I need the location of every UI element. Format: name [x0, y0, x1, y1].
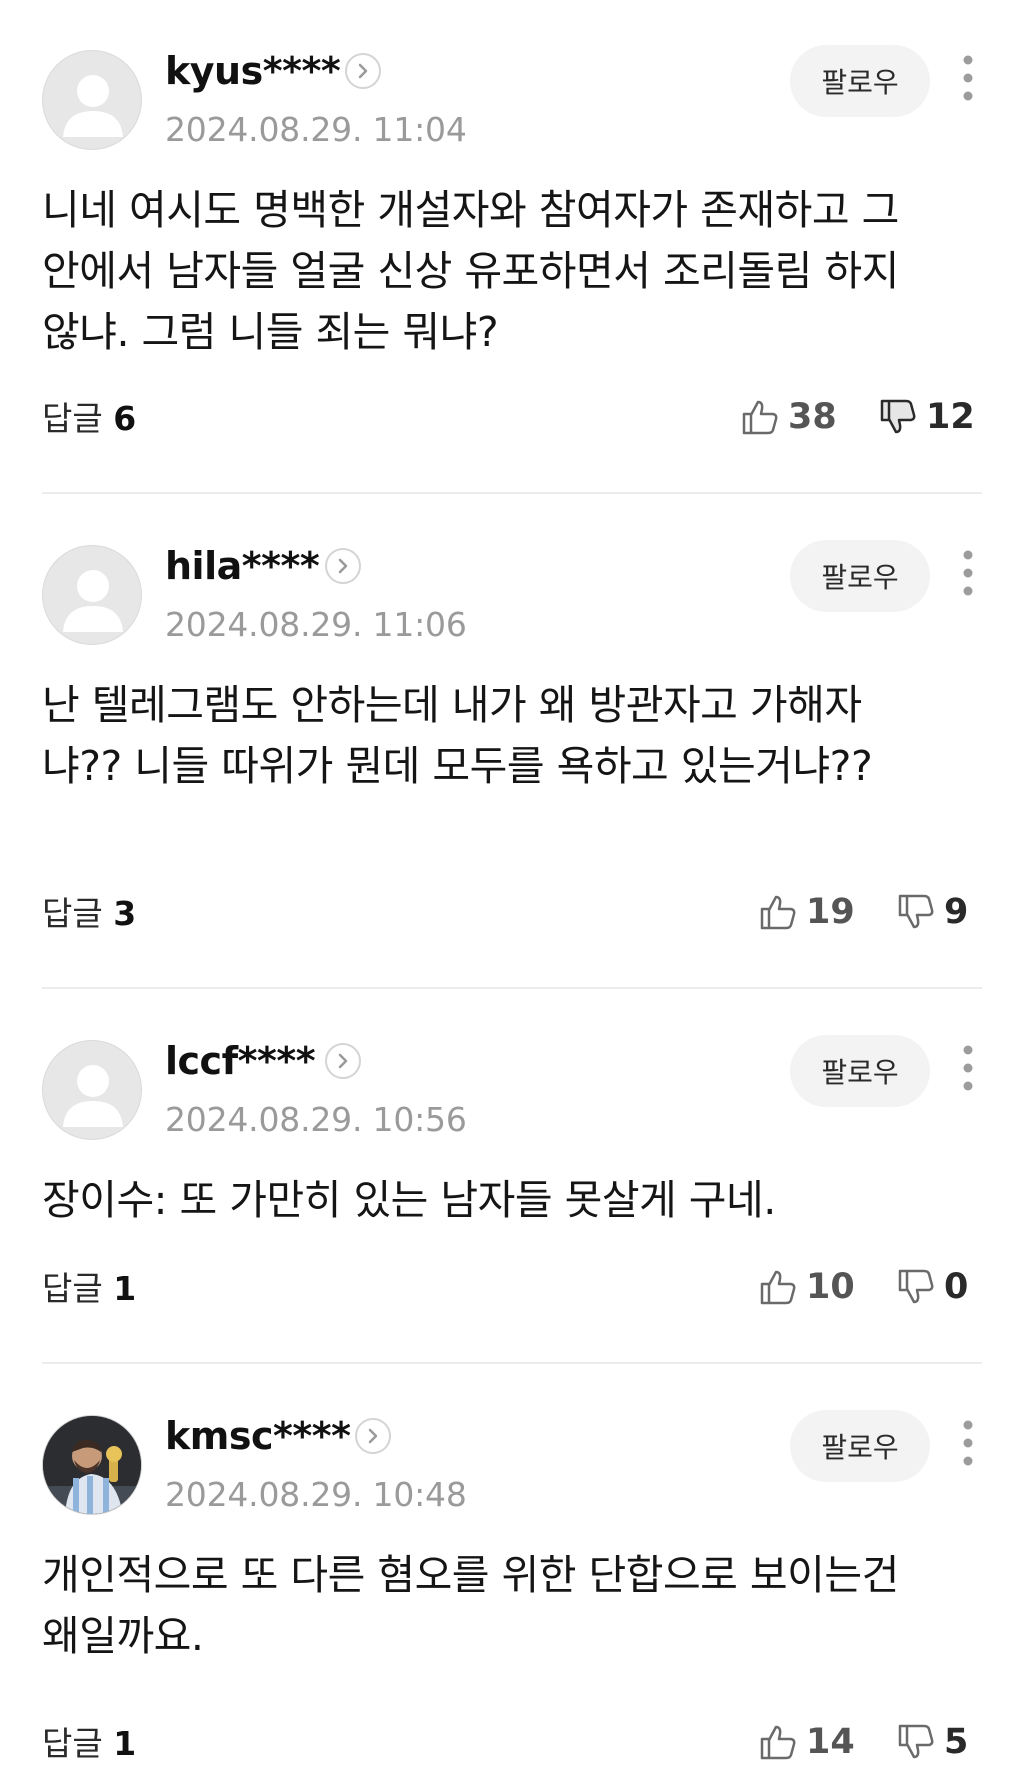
- comment-text: 장이수: 또 가만히 있는 남자들 못살게 구네.: [42, 1176, 776, 1224]
- thumbs-up-icon: [760, 895, 796, 930]
- reply-label: 답글: [42, 399, 103, 438]
- photo-avatar[interactable]: [42, 1415, 142, 1515]
- like-count: 19: [806, 891, 855, 932]
- comment-text: 개인적으로 또 다른 혐오를 위한 단합으로 보이는건 왜일까요.: [42, 1551, 899, 1660]
- timestamp: 2024.08.29. 11:06: [165, 605, 467, 644]
- divider: [42, 492, 982, 494]
- timestamp: 2024.08.29. 10:48: [165, 1475, 467, 1514]
- reply-count: 1: [113, 1724, 137, 1763]
- more-options-icon[interactable]: [958, 54, 978, 102]
- dislike-count: 0: [944, 1266, 969, 1307]
- reply-label: 답글: [42, 1269, 103, 1308]
- dislike-count: 5: [944, 1721, 969, 1762]
- follow-button[interactable]: 팔로우: [790, 45, 930, 117]
- chevron-right-icon[interactable]: [355, 1418, 391, 1454]
- follow-button[interactable]: 팔로우: [790, 540, 930, 612]
- reply-label: 답글: [42, 894, 103, 933]
- like-button[interactable]: 38: [740, 397, 837, 437]
- thumbs-up-icon: [760, 1725, 796, 1760]
- divider: [42, 987, 982, 989]
- like-count: 38: [788, 396, 837, 437]
- more-options-icon[interactable]: [958, 549, 978, 597]
- more-options-icon[interactable]: [958, 1044, 978, 1092]
- username[interactable]: kmsc****: [165, 1417, 351, 1455]
- follow-button[interactable]: 팔로우: [790, 1035, 930, 1107]
- comment-text: 니네 여시도 명백한 개설자와 참여자가 존재하고 그 안에서 남자들 얼굴 신…: [42, 186, 899, 356]
- chevron-right-icon[interactable]: [325, 548, 361, 584]
- reply-label: 답글: [42, 1724, 103, 1763]
- dislike-button[interactable]: 9: [896, 892, 968, 932]
- comment-list: kyus**** 2024.08.29. 11:04 팔로우 니네 여시도 명백…: [0, 0, 1024, 1773]
- dislike-button[interactable]: 0: [896, 1267, 968, 1307]
- thumbs-down-icon: [880, 399, 916, 434]
- chevron-right-icon[interactable]: [345, 53, 381, 89]
- thumbs-up-icon: [742, 400, 778, 435]
- username[interactable]: kyus****: [165, 52, 341, 90]
- dislike-button[interactable]: 5: [896, 1722, 968, 1762]
- dislike-button[interactable]: 12: [878, 397, 975, 437]
- thumbs-down-icon: [898, 1269, 934, 1304]
- thumbs-down-icon: [898, 1724, 934, 1759]
- like-count: 10: [806, 1266, 855, 1307]
- reply-count: 6: [113, 399, 137, 438]
- reply-count: 3: [113, 894, 137, 933]
- follow-button[interactable]: 팔로우: [790, 1410, 930, 1482]
- like-button[interactable]: 19: [758, 892, 855, 932]
- like-button[interactable]: 10: [758, 1267, 855, 1307]
- divider: [42, 1362, 982, 1364]
- reply-link[interactable]: 답글 1: [42, 1727, 136, 1760]
- username[interactable]: hila****: [165, 547, 320, 585]
- default-avatar-icon[interactable]: [42, 50, 142, 150]
- username[interactable]: lccf****: [165, 1042, 316, 1080]
- dislike-count: 12: [926, 396, 975, 437]
- reply-link[interactable]: 답글 3: [42, 897, 136, 930]
- timestamp: 2024.08.29. 11:04: [165, 110, 467, 149]
- like-button[interactable]: 14: [758, 1722, 855, 1762]
- comment-text: 난 텔레그램도 안하는데 내가 왜 방관자고 가해자냐?? 니들 따위가 뭔데 …: [42, 681, 873, 790]
- dislike-count: 9: [944, 891, 969, 932]
- thumbs-down-icon: [898, 894, 934, 929]
- like-count: 14: [806, 1721, 855, 1762]
- more-options-icon[interactable]: [958, 1419, 978, 1467]
- thumbs-up-icon: [760, 1270, 796, 1305]
- chevron-right-icon[interactable]: [325, 1043, 361, 1079]
- reply-link[interactable]: 답글 6: [42, 402, 136, 435]
- timestamp: 2024.08.29. 10:56: [165, 1100, 467, 1139]
- default-avatar-icon[interactable]: [42, 1040, 142, 1140]
- reply-count: 1: [113, 1269, 137, 1308]
- reply-link[interactable]: 답글 1: [42, 1272, 136, 1305]
- default-avatar-icon[interactable]: [42, 545, 142, 645]
